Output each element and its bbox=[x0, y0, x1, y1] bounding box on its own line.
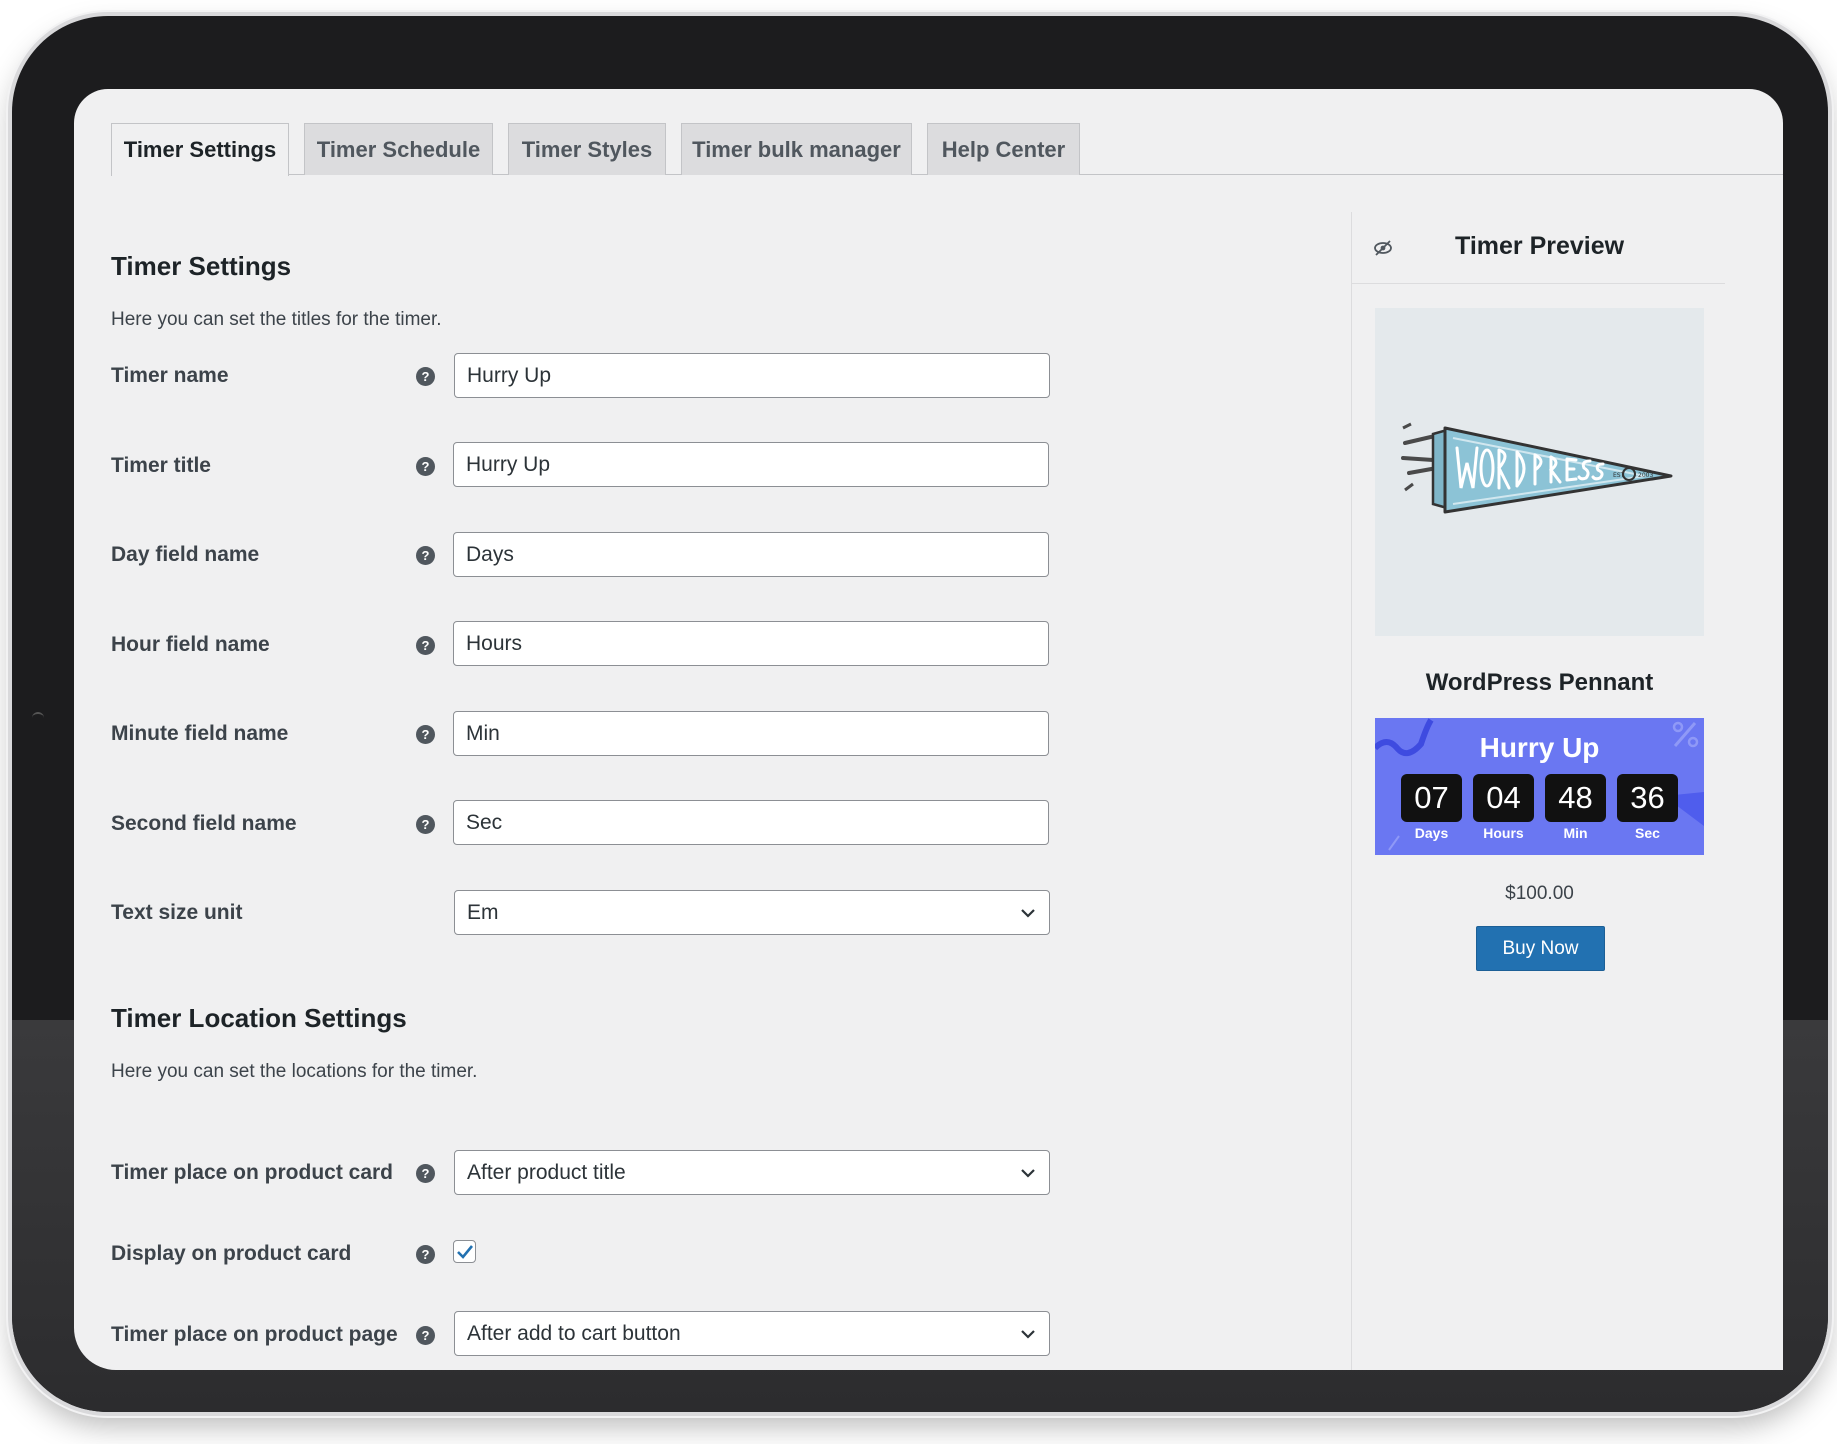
admin-screen: Timer Settings Timer Schedule Timer Styl… bbox=[74, 89, 1783, 1370]
preview-header: Timer Preview bbox=[1352, 212, 1725, 284]
text-size-unit-label: Text size unit bbox=[111, 901, 243, 924]
minutes-digits: 48 bbox=[1545, 774, 1606, 822]
help-icon[interactable]: ? bbox=[416, 457, 435, 476]
product-page-place-select[interactable]: After add to cart button bbox=[454, 1311, 1050, 1356]
hours-digits: 04 bbox=[1473, 774, 1534, 822]
chevron-down-icon bbox=[1021, 908, 1035, 918]
timer-title-input[interactable] bbox=[453, 442, 1049, 487]
help-icon[interactable]: ? bbox=[416, 1245, 435, 1264]
help-icon[interactable]: ? bbox=[416, 367, 435, 386]
second-field-name-input[interactable] bbox=[453, 800, 1049, 845]
chevron-down-icon bbox=[1021, 1329, 1035, 1339]
wordpress-pennant-image: EST 2003 bbox=[1401, 422, 1673, 514]
timer-settings-heading: Timer Settings bbox=[111, 251, 292, 281]
tab-timer-settings[interactable]: Timer Settings bbox=[111, 123, 289, 176]
hour-field-name-label: Hour field name bbox=[111, 633, 270, 656]
product-page-place-value: After add to cart button bbox=[467, 1321, 681, 1345]
minute-field-name-input[interactable] bbox=[453, 711, 1049, 756]
product-image: EST 2003 bbox=[1375, 308, 1704, 636]
camera-notch bbox=[32, 712, 44, 734]
hour-field-name-input[interactable] bbox=[453, 621, 1049, 666]
tab-timer-styles[interactable]: Timer Styles bbox=[508, 123, 666, 175]
tab-help-center[interactable]: Help Center bbox=[927, 123, 1080, 175]
seconds-digits: 36 bbox=[1617, 774, 1678, 822]
day-field-name-label: Day field name bbox=[111, 543, 260, 566]
svg-text:2003: 2003 bbox=[1638, 472, 1653, 479]
countdown-timer: Hurry Up 07 Days 04 Hours 48 Min 36 Sec bbox=[1375, 718, 1704, 855]
svg-text:EST: EST bbox=[1613, 472, 1625, 479]
product-price: $100.00 bbox=[1505, 883, 1574, 904]
help-icon[interactable]: ? bbox=[416, 1164, 435, 1183]
help-icon[interactable]: ? bbox=[416, 815, 435, 834]
minute-field-name-label: Minute field name bbox=[111, 722, 289, 745]
hours-label: Hours bbox=[1483, 825, 1524, 841]
product-page-place-label: Timer place on product page bbox=[111, 1323, 398, 1346]
product-card-place-select[interactable]: After product title bbox=[454, 1150, 1050, 1195]
timer-name-label: Timer name bbox=[111, 364, 229, 387]
day-field-name-input[interactable] bbox=[453, 532, 1049, 577]
display-on-card-label: Display on product card bbox=[111, 1242, 352, 1265]
product-name: WordPress Pennant bbox=[1425, 669, 1654, 696]
minutes-label: Min bbox=[1563, 825, 1588, 841]
text-size-unit-select[interactable]: Em bbox=[454, 890, 1050, 935]
tab-timer-schedule[interactable]: Timer Schedule bbox=[304, 123, 493, 175]
help-icon[interactable]: ? bbox=[416, 1326, 435, 1345]
timer-settings-description: Here you can set the titles for the time… bbox=[111, 309, 442, 330]
eye-slash-icon[interactable] bbox=[1373, 239, 1393, 257]
timer-preview-panel: Timer Preview EST 2003 WordPress Pennant… bbox=[1351, 212, 1731, 1370]
second-field-name-label: Second field name bbox=[111, 812, 297, 835]
tablet-frame: Timer Settings Timer Schedule Timer Styl… bbox=[12, 16, 1828, 1412]
days-digits: 07 bbox=[1401, 774, 1462, 822]
chevron-down-icon bbox=[1021, 1168, 1035, 1178]
settings-tabs: Timer Settings Timer Schedule Timer Styl… bbox=[111, 123, 1783, 176]
help-icon[interactable]: ? bbox=[416, 546, 435, 565]
timer-name-input[interactable] bbox=[454, 353, 1050, 398]
timer-title-label: Timer title bbox=[111, 454, 211, 477]
preview-title: Timer Preview bbox=[1455, 232, 1625, 260]
buy-now-button[interactable]: Buy Now bbox=[1476, 926, 1605, 971]
days-label: Days bbox=[1414, 825, 1449, 841]
timer-title: Hurry Up bbox=[1479, 732, 1600, 763]
help-icon[interactable]: ? bbox=[416, 725, 435, 744]
seconds-label: Sec bbox=[1635, 825, 1660, 841]
product-card-place-value: After product title bbox=[467, 1160, 626, 1184]
timer-location-description: Here you can set the locations for the t… bbox=[111, 1061, 478, 1082]
tab-timer-bulk-manager[interactable]: Timer bulk manager bbox=[681, 123, 912, 175]
timer-location-heading: Timer Location Settings bbox=[111, 1003, 407, 1033]
display-on-card-checkbox[interactable] bbox=[453, 1240, 476, 1263]
checkmark-icon bbox=[456, 1244, 473, 1259]
help-icon[interactable]: ? bbox=[416, 636, 435, 655]
product-card-place-label: Timer place on product card bbox=[111, 1161, 394, 1184]
text-size-unit-value: Em bbox=[467, 900, 499, 924]
